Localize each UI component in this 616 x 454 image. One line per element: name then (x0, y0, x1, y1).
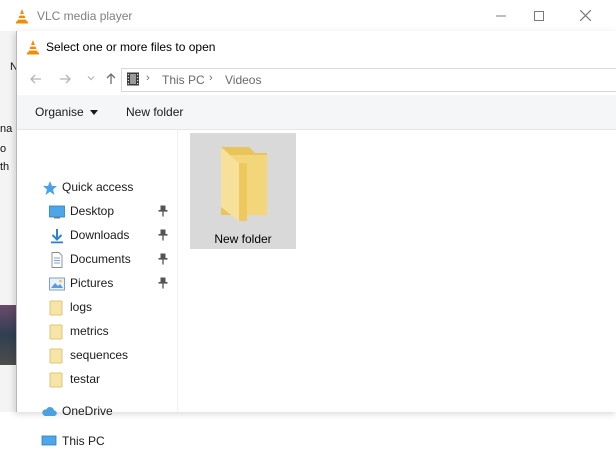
minimize-icon (496, 15, 506, 16)
vlc-titlebar: VLC media player (0, 0, 616, 31)
file-item-label: New folder (214, 232, 272, 246)
breadcrumb-videos[interactable]: Videos (225, 73, 261, 87)
vlc-text-fragment: th (0, 161, 10, 173)
new-folder-button[interactable]: New folder (126, 105, 183, 119)
nav-item-label: sequences (70, 348, 129, 362)
computer-icon (41, 435, 57, 446)
nav-item-onedrive[interactable]: OneDrive (17, 400, 177, 424)
nav-item-label: This PC (62, 434, 105, 448)
star-icon (43, 181, 57, 195)
vlc-text-fragment: o (0, 143, 7, 155)
nav-item-label: Desktop (70, 204, 115, 218)
folder-icon (49, 348, 63, 364)
arrow-up-icon (106, 73, 116, 84)
maximize-button[interactable] (516, 0, 562, 31)
folder-icon (49, 372, 63, 388)
file-list-view[interactable]: New folder (178, 130, 616, 412)
up-button[interactable] (103, 72, 119, 88)
pin-icon (158, 229, 168, 241)
back-button[interactable] (28, 72, 44, 88)
picture-icon (49, 277, 65, 291)
folder-icon (49, 324, 63, 340)
nav-item-sequences[interactable]: sequences (17, 344, 177, 368)
pin-icon (158, 253, 168, 265)
chevron-down-icon (87, 76, 95, 81)
nav-item-documents[interactable]: Documents (17, 248, 177, 272)
folder-icon (49, 300, 63, 316)
command-toolbar: Organise New folder (17, 95, 616, 130)
close-icon (579, 10, 591, 21)
cloud-icon (42, 407, 57, 416)
vlc-cone-icon (27, 40, 39, 55)
nav-item-downloads[interactable]: Downloads (17, 224, 177, 248)
nav-item-label: Documents (70, 252, 131, 266)
document-icon (51, 252, 63, 268)
breadcrumb-this-pc[interactable]: This PC (162, 73, 205, 87)
arrow-left-icon (30, 74, 41, 84)
film-icon (127, 72, 139, 86)
nav-item-pictures[interactable]: Pictures (17, 272, 177, 296)
breadcrumb-separator-icon: › (146, 72, 150, 84)
nav-item-desktop[interactable]: Desktop (17, 200, 177, 224)
dialog-title: Select one or more files to open (46, 40, 216, 54)
organise-label: Organise (35, 105, 84, 119)
caret-down-icon (89, 110, 98, 116)
address-bar-row: › This PC › Videos (17, 63, 616, 95)
nav-item-label: Downloads (70, 228, 130, 242)
open-file-dialog: Select one or more files to open › This (16, 31, 616, 448)
vlc-background-content: N na o th (0, 31, 18, 412)
arrow-right-icon (60, 74, 71, 84)
breadcrumb-separator-icon: › (209, 72, 213, 84)
organise-button[interactable]: Organise (35, 105, 98, 119)
maximize-icon (534, 10, 544, 21)
nav-item-label: Pictures (70, 276, 114, 290)
dialog-titlebar: Select one or more files to open (17, 31, 616, 63)
nav-item-quick-access[interactable]: Quick access (17, 176, 177, 200)
file-item-new-folder[interactable]: New folder (190, 133, 296, 249)
nav-item-label: metrics (70, 324, 109, 338)
pin-icon (158, 205, 168, 217)
pin-icon (158, 277, 168, 289)
vlc-window-title: VLC media player (37, 9, 133, 23)
vlc-thumbnail-strip (0, 305, 16, 365)
nav-item-label: logs (70, 300, 93, 314)
vlc-cone-icon (16, 9, 28, 24)
desktop-icon (49, 205, 65, 219)
nav-item-label: Quick access (62, 180, 134, 194)
nav-item-testar[interactable]: testar (17, 368, 177, 392)
nav-item-this-pc[interactable]: This PC (17, 430, 177, 454)
navigation-pane: Quick access Desktop Downloads Documents… (17, 130, 178, 448)
nav-item-logs[interactable]: logs (17, 296, 177, 320)
recent-locations-button[interactable] (83, 72, 99, 88)
vlc-text-fragment: na (0, 123, 13, 135)
folder-icon (221, 147, 267, 221)
forward-button[interactable] (57, 72, 73, 88)
nav-item-label: testar (70, 372, 101, 386)
address-box[interactable]: › This PC › Videos (121, 68, 616, 92)
nav-item-metrics[interactable]: metrics (17, 320, 177, 344)
close-button[interactable] (562, 0, 608, 31)
download-icon (51, 229, 63, 244)
nav-item-label: OneDrive (62, 404, 113, 418)
